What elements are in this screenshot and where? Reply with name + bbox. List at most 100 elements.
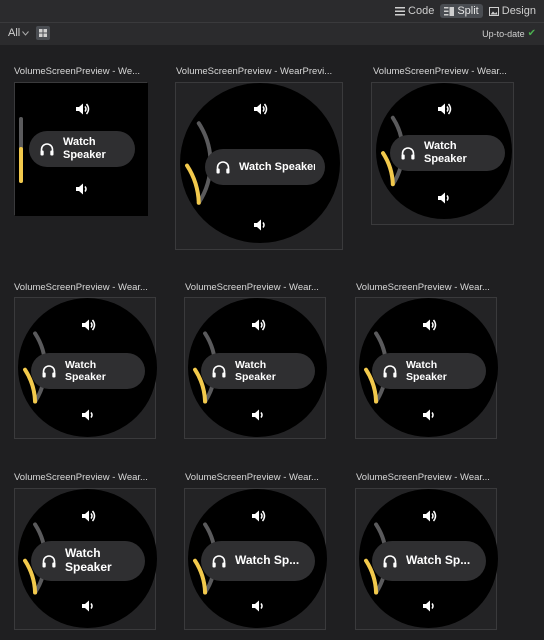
headphones-icon xyxy=(212,365,226,378)
preview-frame[interactable]: Watch Sp... xyxy=(355,488,498,630)
volume-indicator xyxy=(19,117,23,183)
volume-down-icon[interactable] xyxy=(250,598,266,614)
volume-down-icon[interactable] xyxy=(421,407,437,423)
volume-down-icon[interactable] xyxy=(252,217,268,233)
preview-title: VolumeScreenPreview - Wear... xyxy=(373,66,507,77)
output-device-label-line: Speaker xyxy=(65,560,112,574)
watch-face: Watch Speaker xyxy=(18,298,157,437)
preview-frame[interactable]: Watch Speaker xyxy=(371,82,514,225)
output-device-chip[interactable]: Watch Speaker xyxy=(31,541,145,581)
headphones-icon xyxy=(383,365,397,378)
output-device-label-line: Watch Speaker xyxy=(239,160,315,173)
output-device-label-line: Speaker xyxy=(406,371,447,383)
output-device-label: Watch Sp... xyxy=(235,554,299,568)
output-device-label: Watch Speaker xyxy=(65,547,112,575)
filter-label: All xyxy=(8,27,21,39)
volume-up-icon[interactable] xyxy=(80,508,96,524)
filter-dropdown[interactable]: All xyxy=(8,27,30,39)
output-device-label-line: Watch xyxy=(65,358,97,371)
output-device-label-line: Speaker xyxy=(424,153,467,165)
volume-down-icon[interactable] xyxy=(250,407,266,423)
top-bar: Code Split Design xyxy=(0,0,544,22)
split-view-button[interactable]: Split xyxy=(440,4,483,18)
volume-up-icon[interactable] xyxy=(436,101,452,117)
preview-frame[interactable]: Watch Speaker xyxy=(355,297,498,439)
split-view-label: Split xyxy=(457,5,479,17)
code-view-icon xyxy=(395,6,406,15)
preview-toolbar: All Up-to-date ✔ xyxy=(0,22,544,46)
output-device-label: Watch Speaker xyxy=(406,359,447,383)
output-device-chip[interactable]: Watch Sp... xyxy=(372,541,486,581)
volume-up-icon[interactable] xyxy=(421,317,437,333)
volume-up-icon[interactable] xyxy=(252,101,268,117)
preview-frame[interactable]: Watch Speaker xyxy=(184,297,327,439)
volume-up-icon[interactable] xyxy=(74,101,90,117)
output-device-label-line: Watch xyxy=(63,136,96,149)
preview-frame[interactable]: Watch Speaker xyxy=(175,82,343,250)
split-view-icon xyxy=(444,6,455,16)
status-label: Up-to-date xyxy=(482,28,525,39)
output-device-chip[interactable]: Watch Speaker xyxy=(31,353,145,389)
code-view-button[interactable]: Code xyxy=(391,4,438,18)
watch-face: Watch Sp... xyxy=(359,489,498,628)
headphones-icon xyxy=(383,555,397,568)
volume-up-icon[interactable] xyxy=(250,317,266,333)
watch-face: Watch Speaker xyxy=(188,298,327,437)
build-status: Up-to-date ✔ xyxy=(482,28,536,39)
output-device-chip[interactable]: Watch Speaker xyxy=(205,149,325,185)
output-device-chip[interactable]: Watch Speaker xyxy=(201,353,315,389)
watch-face: Watch Speaker xyxy=(376,83,512,219)
output-device-label-line: Watch xyxy=(424,140,457,153)
watch-face: Watch Speaker xyxy=(359,298,498,437)
volume-up-icon[interactable] xyxy=(250,508,266,524)
image-icon xyxy=(488,6,499,16)
preview-frame[interactable]: Watch Speaker xyxy=(14,488,157,630)
volume-down-icon[interactable] xyxy=(421,598,437,614)
headphones-icon xyxy=(212,555,226,568)
preview-title: VolumeScreenPreview - WearPrevi... xyxy=(176,66,333,77)
headphones-icon xyxy=(40,143,54,156)
preview-title: VolumeScreenPreview - Wear... xyxy=(185,282,319,293)
preview-title: VolumeScreenPreview - Wear... xyxy=(185,472,319,483)
preview-title: VolumeScreenPreview - Wear... xyxy=(14,472,148,483)
output-device-label: Watch Speaker xyxy=(424,140,467,165)
output-device-label-line: Speaker xyxy=(63,149,106,161)
preview-frame[interactable]: Watch Sp... xyxy=(184,488,327,630)
volume-up-icon[interactable] xyxy=(80,317,96,333)
design-view-label: Design xyxy=(501,5,536,17)
chevron-down-icon xyxy=(22,30,30,36)
headphones-icon xyxy=(401,147,415,160)
volume-down-icon[interactable] xyxy=(80,598,96,614)
preview-frame[interactable]: Watch Speaker xyxy=(14,297,157,439)
check-icon: ✔ xyxy=(527,28,536,39)
watch-face: Watch Speaker xyxy=(180,83,340,243)
volume-down-icon[interactable] xyxy=(436,190,452,206)
output-device-chip[interactable]: Watch Sp... xyxy=(201,541,315,581)
output-device-chip[interactable]: Watch Speaker xyxy=(29,131,135,167)
grid-layout-icon xyxy=(39,29,47,37)
output-device-label-line: Watch Sp... xyxy=(406,554,471,568)
volume-down-icon[interactable] xyxy=(80,407,96,423)
preview-frame[interactable]: Watch Speaker xyxy=(14,82,148,216)
output-device-label: Watch Sp... xyxy=(406,554,470,568)
output-device-chip[interactable]: Watch Speaker xyxy=(390,135,505,171)
headphones-icon xyxy=(42,365,56,378)
headphones-icon xyxy=(42,555,56,568)
output-device-label-line: Watch xyxy=(235,358,267,371)
output-device-label: Watch Speaker xyxy=(235,359,276,383)
volume-level-fill xyxy=(185,163,201,205)
output-device-label-line: Watch Sp... xyxy=(235,554,300,568)
volume-down-icon[interactable] xyxy=(74,181,90,197)
volume-up-icon[interactable] xyxy=(421,508,437,524)
preview-title: VolumeScreenPreview - Wear... xyxy=(14,282,148,293)
watch-face: Watch Speaker xyxy=(15,83,148,216)
layout-grid-button[interactable] xyxy=(36,26,50,40)
code-view-label: Code xyxy=(408,5,435,17)
output-device-label-line: Watch xyxy=(65,547,101,561)
output-device-label: Watch Speaker xyxy=(65,359,106,383)
output-device-label-line: Speaker xyxy=(235,371,276,383)
design-view-button[interactable]: Design xyxy=(485,4,540,18)
preview-canvas[interactable]: VolumeScreenPreview - We... Watch Speaker V… xyxy=(0,45,544,640)
output-device-chip[interactable]: Watch Speaker xyxy=(372,353,486,389)
volume-level-fill xyxy=(19,146,23,183)
